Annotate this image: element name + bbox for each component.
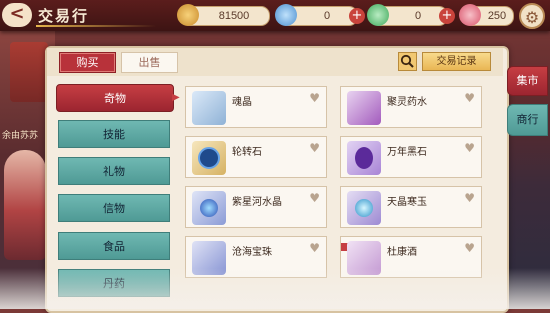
scene-sign-text: 余由苏苏 [2, 131, 39, 141]
item-name: 杜康酒 [387, 247, 417, 258]
active-arrow-icon: ▶ [172, 92, 180, 103]
coin-icon [177, 4, 199, 26]
favorite-heart-icon[interactable]: ♥ [464, 141, 475, 155]
jade-icon [367, 4, 389, 26]
category-item-0[interactable]: 奇物 [56, 84, 174, 112]
gem-icon [459, 4, 481, 26]
item-name: 沧海宝珠 [232, 247, 272, 258]
category-item-1[interactable]: 技能 [58, 120, 170, 148]
currency-value: 250 [487, 10, 507, 22]
favorite-heart-icon[interactable]: ♥ [309, 141, 320, 155]
trade-record-button[interactable]: 交易记录 [422, 52, 491, 71]
favorite-heart-icon[interactable]: ♥ [464, 91, 475, 105]
add-diamond-button[interactable]: + [349, 8, 365, 24]
item-name: 魂晶 [232, 97, 252, 108]
category-item-4[interactable]: 食品 [58, 232, 170, 260]
currency-jade: 0 + [367, 4, 455, 26]
item-card[interactable]: 魂晶 ♥ [185, 86, 327, 128]
currency-value: 81500 [218, 10, 250, 22]
tab-market[interactable]: 集市 [507, 66, 548, 96]
tab-shop[interactable]: 商行 [507, 104, 548, 136]
currency-gem: 250 [459, 4, 514, 26]
currency-diamond: 0 + [275, 4, 365, 26]
search-button[interactable] [398, 52, 417, 71]
item-card[interactable]: 轮转石 ♥ [185, 136, 327, 178]
category-item-2[interactable]: 礼物 [58, 157, 170, 185]
item-card[interactable]: 万年黑石 ♥ [340, 136, 482, 178]
potion-icon [347, 91, 381, 125]
background-building [10, 42, 48, 102]
favorite-heart-icon[interactable]: ♥ [309, 91, 320, 105]
currency-coin: 81500 [177, 4, 270, 26]
currency-value: 0 [323, 10, 331, 22]
page-title: 交易行 [38, 7, 90, 25]
favorite-heart-icon[interactable]: ♥ [309, 191, 320, 205]
bottom-mist-decoration [0, 268, 550, 309]
favorite-heart-icon[interactable]: ♥ [464, 191, 475, 205]
item-name: 万年黑石 [387, 147, 427, 158]
purple-crystal-icon [192, 191, 226, 225]
item-name: 聚灵药水 [387, 97, 427, 108]
character-figure [4, 150, 46, 260]
item-card[interactable]: 天晶寒玉 ♥ [340, 186, 482, 228]
tab-sell[interactable]: 出售 [121, 52, 178, 73]
add-jade-button[interactable]: + [439, 8, 455, 24]
item-card[interactable]: 聚灵药水 ♥ [340, 86, 482, 128]
diamond-icon [275, 4, 297, 26]
item-card[interactable]: 紫星河水晶 ♥ [185, 186, 327, 228]
favorite-heart-icon[interactable]: ♥ [464, 241, 475, 255]
item-name: 轮转石 [232, 147, 262, 158]
back-button[interactable]: < [2, 3, 32, 27]
item-name: 天晶寒玉 [387, 197, 427, 208]
soul-crystal-icon [192, 91, 226, 125]
settings-gear-icon[interactable]: ⚙ [519, 3, 545, 29]
wheel-stone-icon [192, 141, 226, 175]
favorite-heart-icon[interactable]: ♥ [309, 241, 320, 255]
title-underline [36, 25, 156, 27]
ice-jade-icon [347, 191, 381, 225]
search-icon [400, 54, 414, 68]
category-item-3[interactable]: 信物 [58, 194, 170, 222]
tab-buy[interactable]: 购买 [59, 52, 116, 73]
black-stone-icon [347, 141, 381, 175]
item-name: 紫星河水晶 [232, 197, 282, 208]
